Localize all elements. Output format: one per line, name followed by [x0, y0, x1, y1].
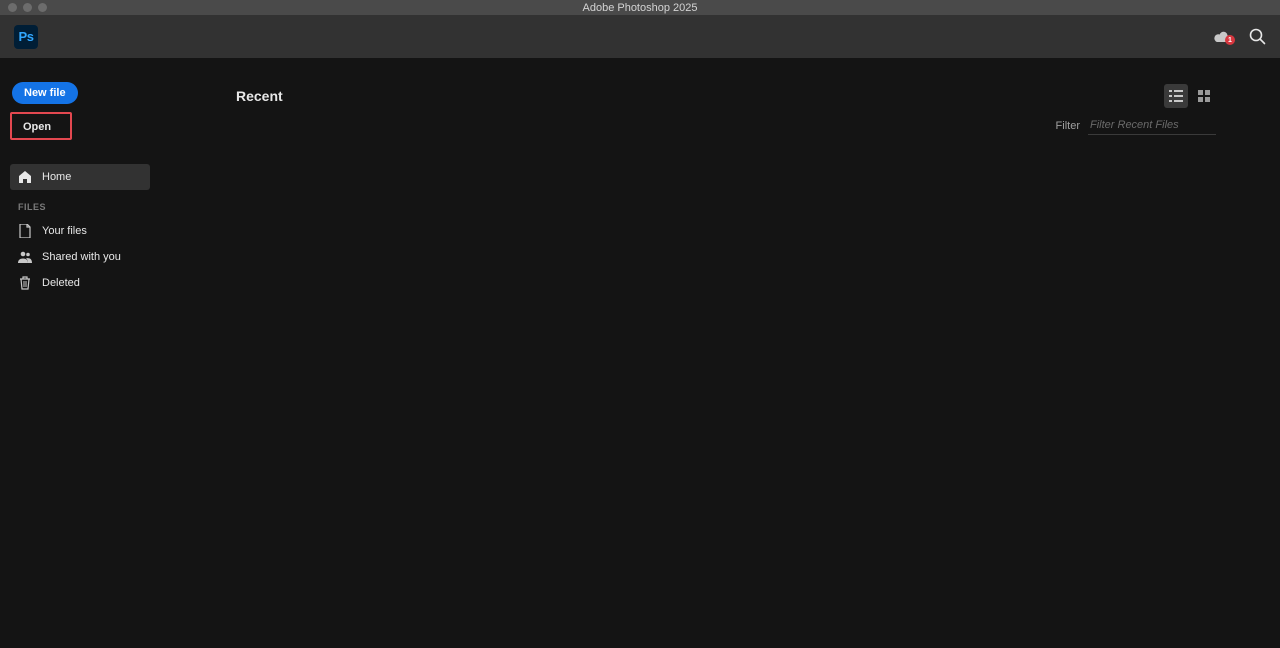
cloud-sync-icon[interactable]: 1: [1213, 30, 1231, 43]
notification-badge: 1: [1225, 35, 1235, 45]
open-button[interactable]: Open: [18, 119, 56, 135]
sidebar-item-deleted[interactable]: Deleted: [10, 270, 150, 296]
window-titlebar: Adobe Photoshop 2025: [0, 0, 1280, 15]
sidebar-item-home[interactable]: Home: [10, 164, 150, 190]
minimize-window-button[interactable]: [23, 3, 32, 12]
content-area: Recent Filter: [160, 58, 1280, 648]
sidebar-item-shared[interactable]: Shared with you: [10, 244, 150, 270]
people-icon: [18, 250, 32, 264]
new-file-button[interactable]: New file: [12, 82, 78, 104]
photoshop-logo[interactable]: Ps: [14, 25, 38, 49]
sidebar-heading-files: FILES: [10, 190, 150, 218]
home-icon: [18, 170, 32, 184]
filter-input[interactable]: [1088, 116, 1216, 135]
maximize-window-button[interactable]: [38, 3, 47, 12]
list-view-button[interactable]: [1164, 84, 1188, 108]
close-window-button[interactable]: [8, 3, 17, 12]
sidebar-item-label: Shared with you: [42, 251, 121, 263]
app-topbar: Ps 1: [0, 15, 1280, 58]
traffic-lights: [8, 3, 47, 12]
search-icon[interactable]: [1249, 28, 1266, 45]
sidebar-item-label: Deleted: [42, 277, 80, 289]
grid-view-button[interactable]: [1192, 84, 1216, 108]
file-icon: [18, 224, 32, 238]
filter-label: Filter: [1056, 120, 1080, 132]
recent-heading: Recent: [236, 88, 283, 104]
sidebar-item-your-files[interactable]: Your files: [10, 218, 150, 244]
sidebar-item-label: Your files: [42, 225, 87, 237]
sidebar-item-label: Home: [42, 171, 71, 183]
trash-icon: [18, 276, 32, 290]
open-button-highlight: Open: [10, 112, 72, 140]
sidebar: New file Open Home FILES Your files Shar…: [0, 58, 160, 648]
window-title: Adobe Photoshop 2025: [0, 2, 1280, 14]
